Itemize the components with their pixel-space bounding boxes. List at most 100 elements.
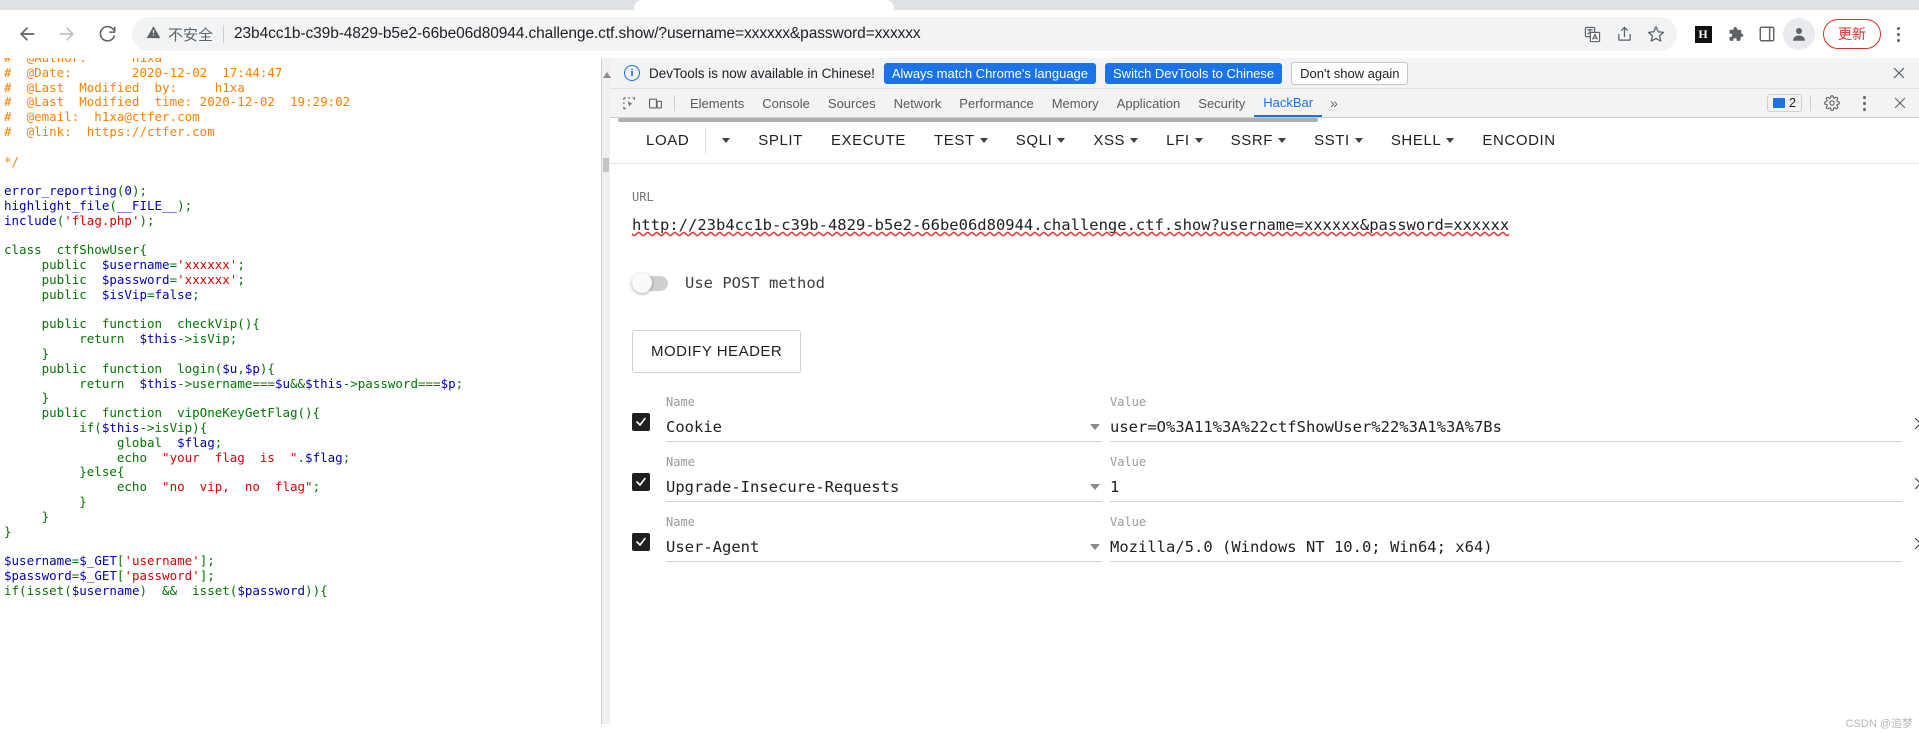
browser-menu-icon[interactable] xyxy=(1883,17,1913,51)
messages-badge[interactable]: 2 xyxy=(1767,94,1802,112)
code-token: 'xxxxxx' xyxy=(177,257,238,273)
hackbar-url-input[interactable]: http://23b4cc1b-c39b-4829-b5e2-66be06d80… xyxy=(632,213,1902,238)
hackbar-button-ssti[interactable]: SSTI xyxy=(1300,132,1377,149)
code-token: false xyxy=(154,286,193,302)
devtools-tab-elements[interactable]: Elements xyxy=(681,91,753,116)
update-button[interactable]: 更新 xyxy=(1823,19,1881,49)
hackbar-button-label: LOAD xyxy=(646,132,690,149)
hackbar-button-shell[interactable]: SHELL xyxy=(1377,132,1469,149)
reload-icon[interactable] xyxy=(90,17,124,51)
chevron-down-icon[interactable] xyxy=(1057,138,1066,143)
hackbar-extension-icon[interactable]: H xyxy=(1687,18,1719,50)
hackbar-button-test[interactable]: TEST xyxy=(920,132,1002,149)
header-name-caption: Name xyxy=(666,515,695,529)
hackbar-button-split[interactable]: SPLIT xyxy=(744,132,817,149)
chevron-down-icon[interactable] xyxy=(1194,138,1203,143)
devtools-tab-sources[interactable]: Sources xyxy=(819,91,885,116)
header-value-input[interactable]: Mozilla/5.0 (Windows NT 10.0; Win64; x64… xyxy=(1110,532,1902,562)
chevron-down-icon[interactable] xyxy=(722,138,731,143)
devtools-tab-network[interactable]: Network xyxy=(885,91,951,116)
header-name-input[interactable]: Upgrade-Insecure-Requests xyxy=(666,472,1102,502)
header-value-input[interactable]: user=O%3A11%3A%22ctfShowUser%22%3A1%3A%7… xyxy=(1110,412,1902,442)
devtools-tab-hackbar[interactable]: HackBar xyxy=(1254,90,1323,117)
remove-header-icon[interactable] xyxy=(1910,533,1919,553)
hackbar-button-xss[interactable]: XSS xyxy=(1079,132,1152,149)
chevron-down-icon[interactable] xyxy=(979,138,988,143)
devtools-tab-security[interactable]: Security xyxy=(1189,91,1254,116)
dont-show-again-button[interactable]: Don't show again xyxy=(1291,61,1409,85)
header-name-input[interactable]: Cookie xyxy=(666,412,1102,442)
site-security-status[interactable]: 不安全 xyxy=(132,24,213,45)
code-token: $username xyxy=(101,257,170,273)
chevron-down-icon[interactable] xyxy=(1090,483,1100,490)
chevron-down-icon[interactable] xyxy=(1090,543,1100,550)
star-icon[interactable] xyxy=(1641,19,1671,49)
chevron-down-icon[interactable] xyxy=(1090,423,1100,430)
hackbar-button-execute[interactable]: EXECUTE xyxy=(817,132,920,149)
header-name-value: User-Agent xyxy=(666,537,760,556)
header-enabled-checkbox[interactable] xyxy=(632,413,650,431)
hackbar-button-sqli[interactable]: SQLI xyxy=(1002,132,1080,149)
chevron-down-icon[interactable] xyxy=(1278,138,1287,143)
address-bar[interactable]: 不安全 23b4cc1b-c39b-4829-b5e2-66be06d80944… xyxy=(132,17,1677,51)
always-match-language-button[interactable]: Always match Chrome's language xyxy=(883,62,1097,84)
header-enabled-checkbox[interactable] xyxy=(632,473,650,491)
code-token: ); xyxy=(131,183,148,199)
switch-to-chinese-button[interactable]: Switch DevTools to Chinese xyxy=(1105,62,1283,84)
hackbar-button-ssrf[interactable]: SSRF xyxy=(1217,132,1300,149)
resizer-grip[interactable] xyxy=(603,158,609,172)
avatar[interactable] xyxy=(1783,18,1815,50)
hackbar-button-lfi[interactable]: LFI xyxy=(1152,132,1216,149)
devtools-resizer[interactable] xyxy=(602,58,611,724)
inspect-element-icon[interactable] xyxy=(616,90,642,116)
header-name-input[interactable]: User-Agent xyxy=(666,532,1102,562)
forward-arrow-icon[interactable] xyxy=(50,17,84,51)
hackbar-button-load-dropdown[interactable] xyxy=(708,138,744,143)
tab-strip xyxy=(0,0,1919,10)
puzzle-icon[interactable] xyxy=(1719,18,1751,50)
back-arrow-icon[interactable] xyxy=(10,17,44,51)
code-token: ->password=== xyxy=(342,375,441,391)
url-text[interactable]: 23b4cc1b-c39b-4829-b5e2-66be06d80944.cha… xyxy=(234,25,1577,43)
chevron-down-icon[interactable] xyxy=(1130,138,1139,143)
watermark: CSDN @追梦 xyxy=(1845,718,1913,730)
remove-header-icon[interactable] xyxy=(1910,413,1919,433)
hackbar-button-encodin[interactable]: ENCODIN xyxy=(1468,132,1569,149)
code-token: 'flag.php' xyxy=(64,212,140,228)
header-value-input[interactable]: 1 xyxy=(1110,472,1902,502)
gear-icon[interactable] xyxy=(1819,90,1845,116)
code-token: include xyxy=(4,212,57,228)
device-toolbar-icon[interactable] xyxy=(642,90,668,116)
devtools-tab-performance[interactable]: Performance xyxy=(950,91,1042,116)
code-token: } xyxy=(4,523,12,539)
code-token: ; xyxy=(342,449,351,465)
devtools-tab-memory[interactable]: Memory xyxy=(1043,91,1108,116)
header-enabled-checkbox[interactable] xyxy=(632,533,650,551)
code-token: , xyxy=(237,360,245,376)
hackbar-toolbar-scrollbar[interactable] xyxy=(618,118,1918,122)
remove-header-icon[interactable] xyxy=(1910,473,1919,493)
devtools-language-banner: i DevTools is now available in Chinese! … xyxy=(610,58,1919,89)
toolbar-divider xyxy=(705,127,707,154)
share-icon[interactable] xyxy=(1609,19,1639,49)
modify-header-button[interactable]: MODIFY HEADER xyxy=(632,330,802,373)
scroll-up-arrow-icon[interactable] xyxy=(603,72,611,78)
devtools-tab-application[interactable]: Application xyxy=(1108,91,1190,116)
devtools-close-icon[interactable] xyxy=(1887,90,1913,116)
browser-tab[interactable] xyxy=(634,0,894,10)
more-tabs-icon[interactable]: » xyxy=(1322,95,1346,111)
side-panel-icon[interactable] xyxy=(1751,18,1783,50)
hackbar-button-label: ENCODIN xyxy=(1482,132,1556,149)
devtools-tab-console[interactable]: Console xyxy=(753,91,819,116)
warning-triangle-icon xyxy=(146,25,161,44)
chevron-down-icon[interactable] xyxy=(1354,138,1363,143)
scrollbar-thumb[interactable] xyxy=(618,118,1318,122)
toggle-knob xyxy=(632,272,652,293)
chevron-down-icon[interactable] xyxy=(1446,138,1455,143)
devtools-menu-icon[interactable] xyxy=(1849,86,1879,120)
use-post-method-toggle[interactable] xyxy=(632,272,668,293)
hackbar-button-load[interactable]: LOAD xyxy=(632,132,703,149)
translate-icon[interactable] xyxy=(1577,19,1607,49)
code-token: ->isVip; xyxy=(177,331,238,347)
close-icon[interactable] xyxy=(1887,61,1911,85)
